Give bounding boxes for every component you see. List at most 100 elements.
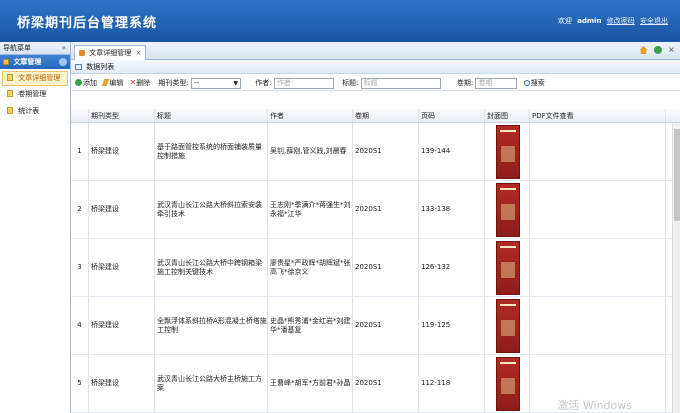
delete-button[interactable]: ✕删除 bbox=[129, 74, 150, 92]
cell-author: 吴钊,薛刚,管义践,刘晨春 bbox=[268, 123, 353, 180]
group-toggle-icon[interactable] bbox=[59, 58, 67, 66]
cell-type: 桥梁建设 bbox=[89, 123, 155, 180]
sidebar: 导航菜单 « 文章管理 文章详细管理 卷期管理 统计表 bbox=[0, 42, 71, 413]
close-all-icon[interactable]: × bbox=[668, 46, 676, 54]
type-filter-value: -- bbox=[194, 78, 200, 87]
nav-header: 导航菜单 « bbox=[0, 42, 70, 55]
sidebar-item-label: 统计表 bbox=[18, 107, 40, 115]
app-title: 桥梁期刊后台管理系统 bbox=[17, 16, 158, 31]
col-header-author[interactable]: 作者 bbox=[268, 109, 353, 122]
col-header-cover[interactable]: 封面图 bbox=[485, 109, 530, 122]
cell-cover bbox=[485, 297, 530, 354]
cell-issue: 2020S1 bbox=[353, 239, 419, 296]
refresh-icon[interactable] bbox=[653, 46, 662, 54]
home-icon bbox=[79, 50, 85, 56]
cell-type: 桥梁建设 bbox=[89, 181, 155, 238]
sidebar-item-article-detail[interactable]: 文章详细管理 bbox=[2, 71, 68, 86]
tab-tools: × bbox=[636, 46, 676, 54]
tab-bar: 文章详细管理 × × bbox=[71, 42, 680, 60]
cell-author: 王曹峰*胡军*方前君*孙晶 bbox=[268, 355, 353, 412]
cell-pdf bbox=[530, 297, 666, 354]
vertical-scrollbar[interactable] bbox=[672, 123, 680, 413]
home-icon[interactable] bbox=[639, 46, 648, 54]
panel-header: 数据列表 bbox=[71, 60, 680, 74]
col-header-issue[interactable]: 卷期 bbox=[353, 109, 419, 122]
cell-pdf bbox=[530, 239, 666, 296]
cover-image[interactable] bbox=[496, 182, 520, 237]
panel-title: 数据列表 bbox=[86, 63, 115, 71]
list-icon bbox=[75, 64, 82, 70]
tab-article-detail[interactable]: 文章详细管理 × bbox=[74, 45, 147, 60]
table-row[interactable]: 4 桥梁建设 全飘浮体系斜拉桥A形混凝土桥塔施工控制 史晶*熊秀浦*金红岩*刘建… bbox=[71, 297, 680, 355]
app-header: 桥梁期刊后台管理系统 欢迎 admin 修改密码 安全退出 bbox=[0, 0, 680, 42]
main-content: 文章详细管理 × × 数据列表 添加 编辑 ✕删除 期刊类型: -- ▼ 作者:… bbox=[71, 42, 680, 413]
add-button[interactable]: 添加 bbox=[75, 75, 97, 92]
cell-cover bbox=[485, 181, 530, 238]
col-header-title[interactable]: 标题 bbox=[155, 109, 268, 122]
chevron-down-icon: ▼ bbox=[233, 79, 238, 87]
cell-pages: 126-132 bbox=[419, 239, 485, 296]
cell-issue: 2020S1 bbox=[353, 297, 419, 354]
sidebar-item-statistics[interactable]: 统计表 bbox=[0, 103, 70, 120]
welcome-text: 欢迎 bbox=[557, 17, 572, 25]
tab-label: 文章详细管理 bbox=[89, 49, 132, 57]
cell-cover bbox=[485, 123, 530, 180]
table-row[interactable]: 2 桥梁建设 武汉青山长江公路大桥斜拉索安装牵引技术 王志刚*季满介*蒋强生*刘… bbox=[71, 181, 680, 239]
cell-title: 武汉青山长江公路大桥斜拉索安装牵引技术 bbox=[155, 181, 268, 238]
cover-image[interactable] bbox=[496, 124, 520, 179]
tab-close-icon[interactable]: × bbox=[135, 49, 141, 57]
search-icon bbox=[523, 80, 530, 86]
windows-activation-watermark: 激活 Windows bbox=[557, 399, 632, 412]
username: admin bbox=[577, 17, 602, 25]
cell-pages: 139-144 bbox=[419, 123, 485, 180]
row-number: 2 bbox=[71, 181, 89, 238]
sidebar-item-issue-manage[interactable]: 卷期管理 bbox=[0, 86, 70, 103]
search-button[interactable]: 搜索 bbox=[523, 75, 545, 92]
document-icon bbox=[7, 107, 13, 114]
edit-button[interactable]: 编辑 bbox=[101, 75, 124, 92]
cover-image[interactable] bbox=[496, 240, 520, 295]
nav-title: 导航菜单 bbox=[3, 44, 31, 52]
cell-issue: 2020S1 bbox=[353, 181, 419, 238]
title-filter-input[interactable]: 标题 bbox=[360, 77, 441, 89]
row-number: 5 bbox=[71, 355, 89, 412]
cover-image[interactable] bbox=[496, 356, 520, 411]
col-header-num bbox=[71, 109, 89, 122]
cell-author: 史晶*熊秀浦*金红岩*刘建华*潘基复 bbox=[268, 297, 353, 354]
issue-filter-input[interactable]: 卷期 bbox=[475, 77, 518, 89]
cell-author: 王志刚*季满介*蒋强生*刘永福*江华 bbox=[268, 181, 353, 238]
cover-image[interactable] bbox=[496, 298, 520, 353]
change-password-link[interactable]: 修改密码 bbox=[607, 17, 635, 25]
row-number: 4 bbox=[71, 297, 89, 354]
grid-header: 期刊类型 标题 作者 卷期 页码 封面图 PDF文件查看 bbox=[71, 109, 680, 123]
row-number: 3 bbox=[71, 239, 89, 296]
edit-label: 编辑 bbox=[109, 79, 124, 87]
type-filter-label: 期刊类型: bbox=[158, 79, 189, 87]
col-header-pdf[interactable]: PDF文件查看 bbox=[530, 109, 666, 122]
col-header-type[interactable]: 期刊类型 bbox=[89, 109, 155, 122]
issue-filter-label: 卷期: bbox=[456, 79, 474, 87]
toolbar: 添加 编辑 ✕删除 期刊类型: -- ▼ 作者: 作者 标题: 标题 卷期: 卷… bbox=[71, 74, 680, 91]
cell-author: 廖贵星*严政辉*胡辉斌*张高飞*徐京义 bbox=[268, 239, 353, 296]
cell-title: 基于路面管控系统的桥面铺装质量控制措施 bbox=[155, 123, 268, 180]
table-row[interactable]: 3 桥梁建设 武汉青山长江公路大桥中跨钢箱梁施工控制关键技术 廖贵星*严政辉*胡… bbox=[71, 239, 680, 297]
col-header-pages[interactable]: 页码 bbox=[419, 109, 485, 122]
add-label: 添加 bbox=[83, 79, 97, 87]
cell-pages: 112-118 bbox=[419, 355, 485, 412]
cell-issue: 2020S1 bbox=[353, 355, 419, 412]
cell-pdf bbox=[530, 123, 666, 180]
type-filter-select[interactable]: -- ▼ bbox=[191, 77, 241, 89]
author-filter-input[interactable]: 作者 bbox=[273, 77, 334, 89]
table-row[interactable]: 1 桥梁建设 基于路面管控系统的桥面铺装质量控制措施 吴钊,薛刚,管义践,刘晨春… bbox=[71, 123, 680, 181]
document-icon bbox=[7, 90, 13, 97]
logout-link[interactable]: 安全退出 bbox=[640, 17, 668, 25]
cell-type: 桥梁建设 bbox=[89, 297, 155, 354]
cell-pdf bbox=[530, 181, 666, 238]
sidebar-item-label: 卷期管理 bbox=[18, 90, 47, 98]
folder-icon bbox=[3, 59, 9, 65]
row-number: 1 bbox=[71, 123, 89, 180]
collapse-sidebar-icon[interactable]: « bbox=[62, 42, 66, 55]
menu-group-article[interactable]: 文章管理 bbox=[0, 55, 70, 69]
scrollbar-thumb[interactable] bbox=[674, 129, 680, 221]
cell-pages: 133-138 bbox=[419, 181, 485, 238]
